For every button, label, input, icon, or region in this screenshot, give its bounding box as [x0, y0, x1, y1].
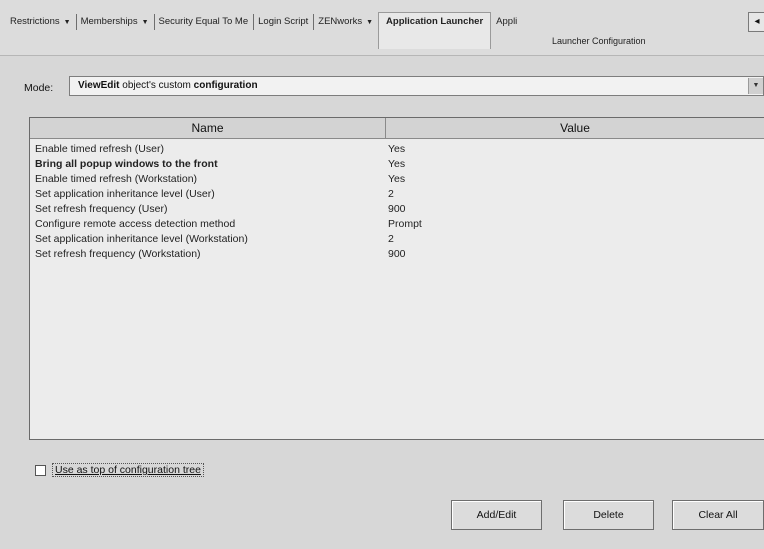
tab-label: Security Equal To Me [158, 16, 249, 27]
mode-value-middle: object's custom [119, 80, 194, 91]
tab-row: Restrictions ▼ Memberships ▼ Security Equa… [5, 11, 522, 49]
table-row[interactable]: Set refresh frequency (Workstation) 900 [30, 247, 764, 262]
configuration-table: Name Value Enable timed refresh (User) Y… [29, 117, 764, 440]
row-name: Bring all popup windows to the front [35, 158, 218, 170]
tab-label: Application Launcher [386, 15, 484, 27]
row-name: Configure remote access detection method [35, 218, 236, 230]
left-arrow-icon[interactable]: ◂ [748, 12, 764, 32]
row-name: Set refresh frequency (Workstation) [35, 248, 201, 260]
table-row[interactable]: Enable timed refresh (Workstation) Yes [30, 172, 764, 187]
table-row[interactable]: Bring all popup windows to the front Yes [30, 157, 764, 172]
mode-label-text: Mode: [24, 82, 54, 94]
top-of-tree-checkbox[interactable] [35, 464, 46, 476]
delete-button[interactable]: Delete [563, 500, 654, 530]
table-row[interactable]: Enable timed refresh (User) Yes [30, 142, 764, 157]
chevron-down-icon: ▼ [63, 19, 71, 26]
table-body: Enable timed refresh (User) Yes Bring al… [30, 142, 764, 262]
subtab-launcher-configuration[interactable]: Launcher Configuration [552, 36, 646, 46]
tab-appli[interactable]: Appli [491, 13, 522, 31]
tab-application-launcher[interactable]: Application Launcher [378, 11, 492, 49]
tab-divider [0, 55, 764, 56]
tab-label: Appli [496, 16, 518, 27]
column-header-name[interactable]: Name [30, 118, 386, 139]
chevron-down-icon: ▼ [141, 19, 149, 26]
tab-label: Restrictions [10, 16, 60, 27]
row-value: 2 [388, 188, 394, 200]
chevron-down-icon: ▼ [366, 19, 374, 26]
mode-value-viewedit: ViewEdit [78, 80, 120, 91]
row-value: 900 [388, 203, 406, 215]
row-value: 2 [388, 233, 394, 245]
clear-all-button[interactable]: Clear All [672, 500, 764, 530]
checkbox-label[interactable]: Use as top of configuration tree [52, 463, 204, 477]
table-header: Name Value [30, 118, 764, 139]
column-header-value[interactable]: Value [386, 118, 764, 139]
tab-zenworks[interactable]: ZENworks ▼ [313, 13, 378, 31]
row-name: Set application inheritance level (Works… [35, 233, 248, 245]
row-value: Yes [388, 143, 406, 155]
add-edit-button[interactable]: Add/Edit [451, 500, 542, 530]
mode-select[interactable]: ViewEdit object's custom configuration ▼ [69, 76, 764, 96]
table-row[interactable]: Set refresh frequency (User) 900 [30, 202, 764, 217]
row-value: 900 [388, 248, 406, 260]
tab-label: Memberships [80, 16, 138, 27]
table-row[interactable]: Set application inheritance level (User)… [30, 187, 764, 202]
row-name: Enable timed refresh (User) [35, 143, 164, 155]
mode-selected-value: ViewEdit object's custom configuration [78, 80, 258, 91]
tab-label: Login Script [258, 16, 309, 27]
tab-strip: Restrictions ▼ Memberships ▼ Security Equa… [0, 0, 764, 56]
row-name: Set application inheritance level (User) [35, 188, 215, 200]
dialog-window: Restrictions ▼ Memberships ▼ Security Equa… [0, 0, 764, 549]
mode-value-configuration: configuration [193, 80, 258, 91]
row-name: Set refresh frequency (User) [35, 203, 168, 215]
top-of-tree-checkbox-row[interactable]: Use as top of configuration tree [35, 462, 204, 478]
row-value: Prompt [388, 218, 422, 230]
tab-restrictions[interactable]: Restrictions ▼ [5, 13, 77, 31]
row-value: Yes [388, 173, 406, 185]
table-row[interactable]: Set application inheritance level (Works… [30, 232, 764, 247]
chevron-down-icon[interactable]: ▼ [748, 78, 763, 94]
row-value: Yes [388, 158, 406, 170]
tab-label: ZENworks [318, 16, 363, 27]
tab-memberships[interactable]: Memberships ▼ [76, 13, 155, 31]
tab-security-equal-to-me[interactable]: Security Equal To Me [154, 13, 254, 31]
mode-label: Mode: [24, 82, 53, 94]
tab-login-script[interactable]: Login Script [253, 13, 315, 31]
table-row[interactable]: Configure remote access detection method… [30, 217, 764, 232]
row-name: Enable timed refresh (Workstation) [35, 173, 198, 185]
